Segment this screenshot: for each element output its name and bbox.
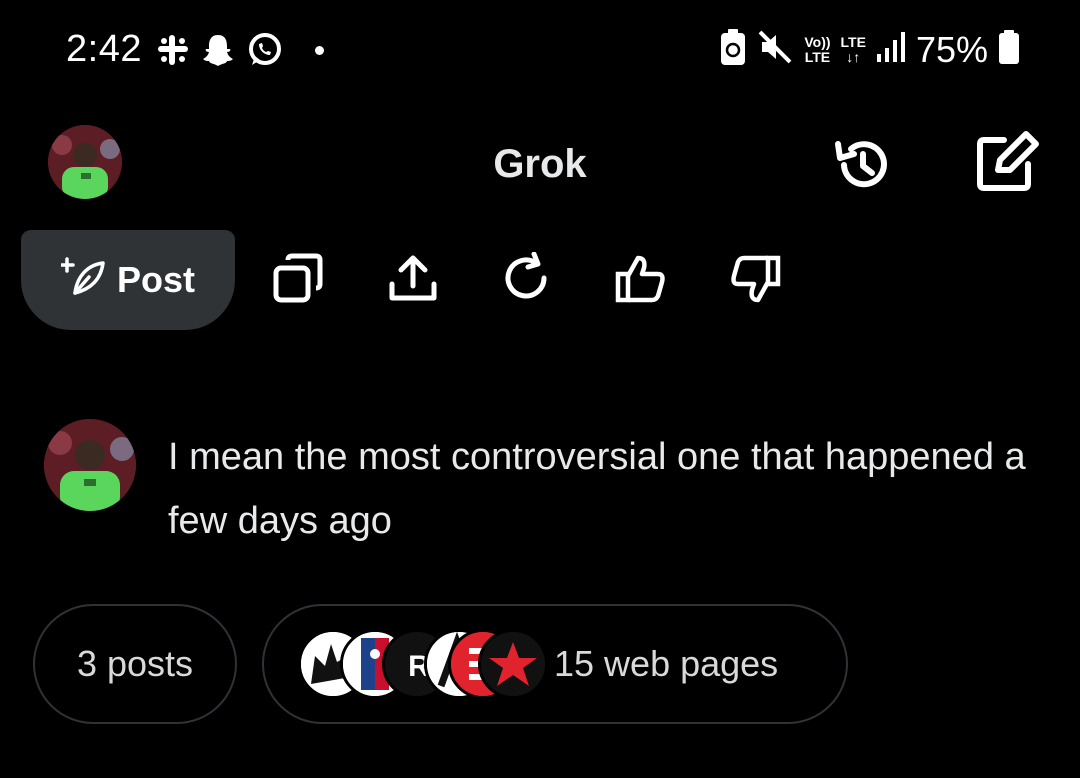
signal-strength-icon (876, 30, 906, 69)
status-time: 2:42 (66, 28, 142, 70)
star-source-icon (478, 629, 548, 699)
lte-top-label: LTE (840, 33, 866, 50)
whatsapp-icon (245, 30, 285, 70)
thumbs-down-icon[interactable] (728, 252, 782, 311)
battery-percentage: 75% (915, 28, 988, 70)
web-sources-button[interactable]: R 15 web pages (262, 604, 848, 724)
grok-chat-screen: 2:42 Vo)) LTE LTE ↓↑ 75% Grok Post I mea… (0, 0, 1080, 778)
post-button[interactable]: Post (21, 230, 235, 330)
volte-indicator: Vo)) LTE (804, 33, 831, 65)
system-status-icons: Vo)) LTE LTE ↓↑ 75% (720, 28, 1020, 71)
history-icon[interactable] (832, 134, 894, 201)
battery-icon (998, 29, 1020, 70)
volte-bottom-label: LTE (804, 48, 831, 65)
user-message-avatar (44, 419, 136, 511)
posts-sources-label: 3 posts (76, 643, 194, 684)
source-favicons: R (298, 629, 548, 699)
snapchat-icon (199, 31, 237, 69)
lte-activity-arrows: ↓↑ (846, 48, 861, 65)
volte-top-label: Vo)) (804, 33, 831, 50)
web-sources-label: 15 web pages (554, 643, 779, 684)
posts-sources-button[interactable]: 3 posts (33, 604, 237, 724)
compose-post-icon (59, 255, 107, 306)
user-message-text: I mean the most controversial one that h… (168, 436, 1026, 542)
more-notifications-dot (315, 45, 324, 55)
regenerate-icon[interactable] (500, 251, 554, 311)
mute-icon (756, 28, 794, 71)
slack-icon (155, 32, 191, 68)
thumbs-up-icon[interactable] (614, 252, 668, 311)
notification-icons (155, 30, 324, 70)
copy-icon[interactable] (272, 252, 326, 311)
new-chat-icon[interactable] (974, 130, 1044, 199)
status-bar: 2:42 Vo)) LTE LTE ↓↑ 75% (0, 0, 1080, 100)
battery-saver-icon (720, 28, 746, 71)
share-icon[interactable] (386, 252, 440, 311)
lte-indicator: LTE ↓↑ (840, 33, 866, 65)
page-title: Grok (493, 142, 587, 186)
post-button-label: Post (116, 259, 195, 300)
